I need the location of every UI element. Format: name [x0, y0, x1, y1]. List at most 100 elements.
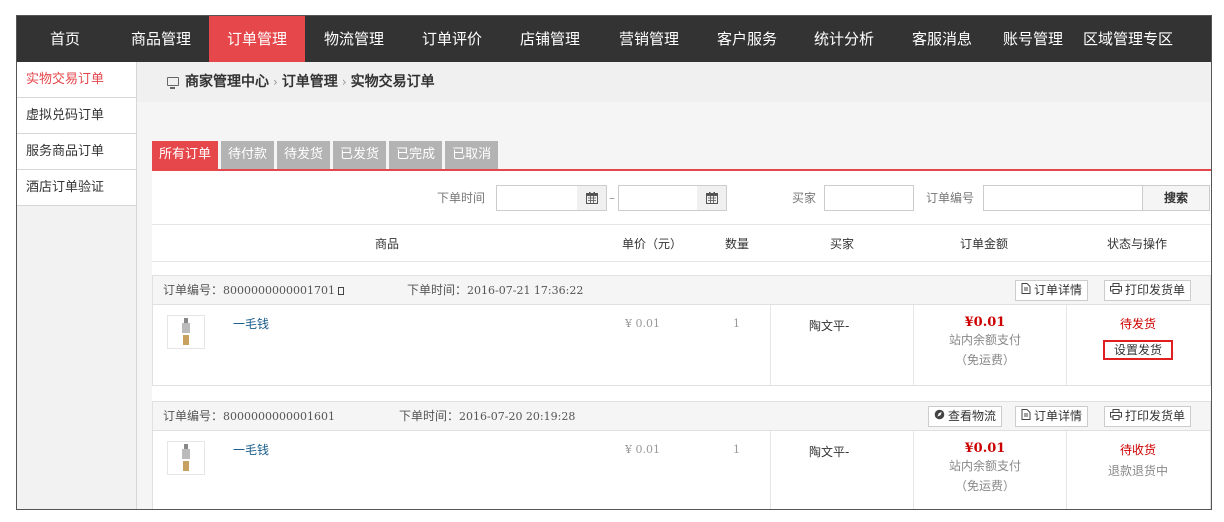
payment-method: 站内余额支付	[948, 459, 1021, 473]
nav-reviews[interactable]: 订单评价	[403, 16, 501, 62]
end-date-input[interactable]	[618, 185, 698, 211]
tab-completed[interactable]: 已完成	[389, 141, 443, 169]
order-number: 订单编号：8000000000001601	[163, 409, 335, 423]
calendar-icon[interactable]	[577, 185, 607, 211]
order-detail-button[interactable]: 订单详情	[1015, 406, 1089, 427]
cell-divider	[770, 431, 771, 509]
calendar-icon[interactable]	[697, 185, 727, 211]
col-product: 商品	[374, 237, 399, 251]
top-nav: 首页 商品管理 订单管理 物流管理 订单评价 店铺管理 营销管理 客户服务 统计…	[17, 16, 1211, 62]
order-time: 下单时间：2016-07-20 20:19:28	[399, 409, 576, 423]
print-shipping-button[interactable]: 打印发货单	[1104, 406, 1192, 427]
breadcrumb-separator: ›	[273, 75, 278, 89]
tab-all-orders[interactable]: 所有订单	[152, 141, 219, 169]
buyer-name: 陶文平-	[809, 319, 850, 333]
status-text: 待收货	[1119, 443, 1156, 457]
order-no-input[interactable]	[983, 185, 1143, 211]
view-logistics-button[interactable]: 查看物流	[928, 406, 1003, 427]
col-quantity: 数量	[724, 237, 749, 251]
nav-statistics[interactable]: 统计分析	[795, 16, 893, 62]
printer-icon	[1110, 281, 1122, 300]
breadcrumb-root[interactable]: 商家管理中心	[185, 62, 269, 102]
order-time: 下单时间：2016-07-21 17:36:22	[407, 283, 584, 297]
product-thumbnail[interactable]	[167, 315, 205, 349]
search-button[interactable]: 搜索	[1142, 185, 1210, 211]
nav-marketing[interactable]: 营销管理	[599, 16, 699, 62]
tab-pending-shipment[interactable]: 待发货	[277, 141, 331, 169]
quantity: 1	[733, 317, 740, 330]
refund-status-text: 退款退货中	[1107, 464, 1168, 478]
start-date-input[interactable]	[496, 185, 578, 211]
copy-icon[interactable]	[338, 287, 344, 295]
nav-store[interactable]: 店铺管理	[501, 16, 599, 62]
order-header: 订单编号：8000000000001701 下单时间：2016-07-21 17…	[153, 276, 1210, 305]
sidebar-item-physical-orders[interactable]: 实物交易订单	[17, 62, 136, 98]
quantity: 1	[733, 443, 740, 456]
order-status: 待发货 设置发货	[1066, 315, 1210, 360]
order-body: 一毛钱 ¥ 0.01 1 陶文平- ¥0.01 站内余额支付 （免运费） 待收货…	[153, 431, 1210, 509]
range-dash: –	[609, 191, 615, 205]
app-frame: 首页 商品管理 订单管理 物流管理 订单评价 店铺管理 营销管理 客户服务 统计…	[16, 15, 1212, 510]
shipping-fee: （免运费）	[954, 479, 1015, 493]
main-panel: 商家管理中心 › 订单管理 › 实物交易订单 所有订单 待付款 待发货 已发货 …	[137, 62, 1211, 509]
nav-home[interactable]: 首页	[17, 16, 113, 62]
col-buyer: 买家	[829, 237, 854, 251]
table-header: 商品 单价（元） 数量 买家 订单金额 状态与操作	[152, 226, 1211, 262]
status-text: 待发货	[1119, 317, 1156, 331]
nav-products[interactable]: 商品管理	[113, 16, 209, 62]
sidebar-item-hotel-verification[interactable]: 酒店订单验证	[17, 170, 136, 206]
order-status: 待收货 退款退货中	[1066, 441, 1210, 479]
tab-cancelled[interactable]: 已取消	[445, 141, 499, 169]
order-no-label: 订单编号	[926, 191, 975, 205]
cell-divider	[770, 305, 771, 385]
col-amount: 订单金额	[959, 237, 1008, 251]
order-card: 订单编号：8000000000001601 下单时间：2016-07-20 20…	[152, 401, 1211, 509]
order-header: 订单编号：8000000000001601 下单时间：2016-07-20 20…	[153, 402, 1210, 431]
shipping-fee: （免运费）	[954, 353, 1015, 367]
buyer-input[interactable]	[824, 185, 914, 211]
print-shipping-button[interactable]: 打印发货单	[1104, 280, 1192, 301]
product-thumbnail[interactable]	[167, 441, 205, 475]
document-icon	[1021, 281, 1031, 300]
nav-logistics[interactable]: 物流管理	[305, 16, 403, 62]
printer-icon	[1110, 407, 1122, 426]
sidebar-item-service-orders[interactable]: 服务商品订单	[17, 134, 136, 170]
tab-shipped[interactable]: 已发货	[333, 141, 387, 169]
unit-price: ¥ 0.01	[625, 443, 660, 456]
buyer-label: 买家	[792, 191, 817, 205]
order-amount: ¥0.01 站内余额支付 （免运费）	[913, 441, 1057, 496]
col-status: 状态与操作	[1106, 237, 1167, 251]
unit-price: ¥ 0.01	[625, 317, 660, 330]
breadcrumb-level1[interactable]: 订单管理	[282, 62, 338, 102]
set-shipment-button[interactable]: 设置发货	[1102, 340, 1173, 360]
order-status-tabs: 所有订单 待付款 待发货 已发货 已完成 已取消	[152, 141, 1211, 171]
document-icon	[1021, 407, 1031, 426]
compass-icon	[934, 407, 945, 426]
payment-method: 站内余额支付	[948, 333, 1021, 347]
amount-value: ¥0.01	[964, 441, 1006, 456]
nav-accounts[interactable]: 账号管理	[991, 16, 1075, 62]
breadcrumb: 商家管理中心 › 订单管理 › 实物交易订单	[137, 62, 1211, 102]
order-card: 订单编号：8000000000001701 下单时间：2016-07-21 17…	[152, 275, 1211, 386]
product-name-link[interactable]: 一毛钱	[233, 315, 269, 332]
col-unit-price: 单价（元）	[621, 237, 682, 251]
sidebar-item-virtual-orders[interactable]: 虚拟兑码订单	[17, 98, 136, 134]
nav-orders[interactable]: 订单管理	[209, 16, 305, 62]
product-name-link[interactable]: 一毛钱	[233, 441, 269, 458]
tab-pending-payment[interactable]: 待付款	[221, 141, 275, 169]
tabs-bar: 所有订单 待付款 待发货 已发货 已完成 已取消	[152, 119, 1211, 171]
buyer-name: 陶文平-	[809, 445, 850, 459]
order-body: 一毛钱 ¥ 0.01 1 陶文平- ¥0.01 站内余额支付 （免运费） 待发货…	[153, 305, 1210, 385]
nav-customer-service[interactable]: 客户服务	[699, 16, 795, 62]
breadcrumb-current: 实物交易订单	[350, 74, 435, 90]
content-area: 所有订单 待付款 待发货 已发货 已完成 已取消 下单时间 – 买家 订单编号 …	[152, 119, 1211, 509]
monitor-icon	[167, 76, 179, 89]
order-detail-button[interactable]: 订单详情	[1015, 280, 1089, 301]
sidebar: 实物交易订单 虚拟兑码订单 服务商品订单 酒店订单验证	[17, 62, 137, 509]
breadcrumb-separator: ›	[341, 75, 347, 89]
order-number: 订单编号：8000000000001701	[163, 276, 344, 305]
nav-region-management[interactable]: 区域管理专区	[1075, 16, 1181, 62]
nav-service-messages[interactable]: 客服消息	[893, 16, 991, 62]
amount-value: ¥0.01	[964, 315, 1006, 330]
order-amount: ¥0.01 站内余额支付 （免运费）	[913, 315, 1057, 370]
